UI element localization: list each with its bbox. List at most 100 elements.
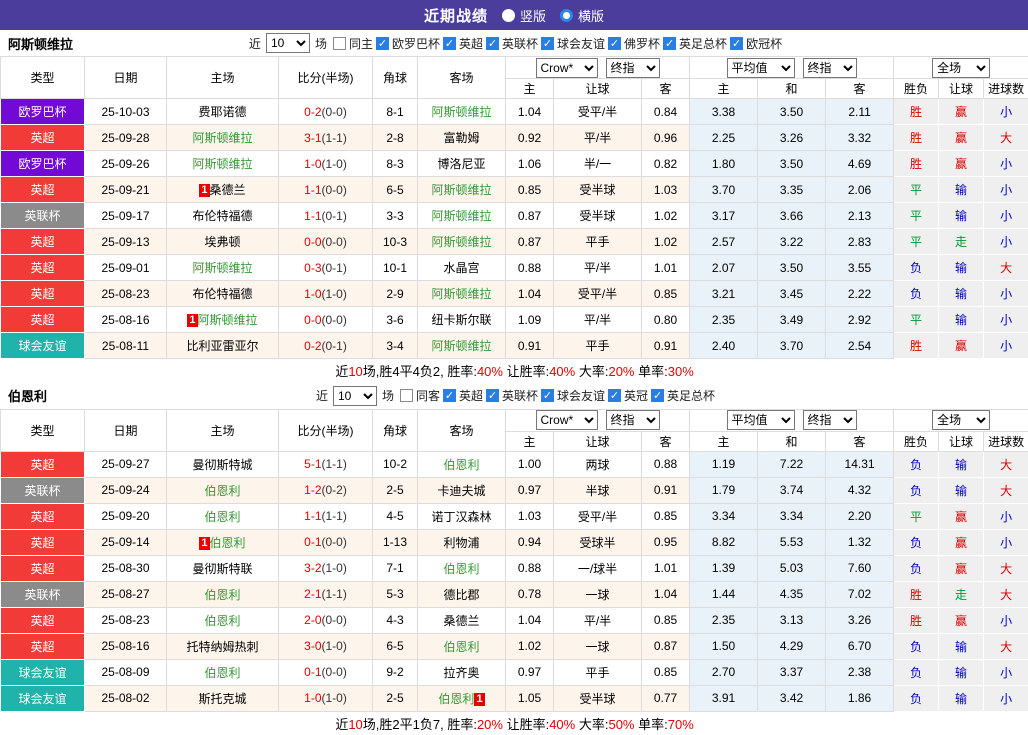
crow-ref-select[interactable]: 终指 [606,58,660,78]
crow-odds-value: 受平/半 [554,99,642,125]
result-cell: 赢 [939,99,984,125]
avg-ref-select[interactable]: 终指 [803,410,857,430]
fulltime-score: 1-0 [304,287,321,301]
away-team-cell: 阿斯顿维拉 [418,99,506,125]
column-header: 角球 [373,57,418,99]
result-cell: 平 [894,177,939,203]
match-type-badge: 英超 [1,307,85,333]
layout-horizontal-option[interactable]: 横版 [560,6,604,25]
league-filter-checkbox[interactable]: ✓ [541,389,554,402]
sub-column-header: 客 [826,431,894,451]
result-cell: 小 [984,307,1028,333]
summary-row: 近10场,胜2平1负7, 胜率:20% 让胜率:40% 大率:50% 单率:70… [1,711,1028,735]
away-team-name: 纽卡斯尔联 [431,313,491,327]
league-filter-checkbox[interactable]: ✓ [730,37,743,50]
result-cell: 负 [894,529,939,555]
avg-odds-value: 2.57 [690,229,758,255]
same-venue-checkbox[interactable] [400,389,413,402]
away-team-name: 水晶宫 [443,261,479,275]
league-filter-checkbox[interactable]: ✓ [486,389,499,402]
league-filter-checkbox[interactable]: ✓ [608,389,621,402]
match-row: 英联杯25-09-17布伦特福德1-1(0-1)3-3阿斯顿维拉0.87受半球1… [1,203,1028,229]
avg-ref-select[interactable]: 终指 [803,58,857,78]
fulltime-select[interactable]: 全场 [932,58,990,78]
away-team-cell: 水晶宫 [418,255,506,281]
same-venue-checkbox[interactable] [333,37,346,50]
avg-odds-value: 1.79 [690,477,758,503]
match-date: 25-09-01 [85,255,167,281]
layout-vertical-option[interactable]: 竖版 [502,6,546,25]
result-cell: 小 [984,607,1028,633]
halftime-score: (1-1) [322,131,347,145]
avg-odds-select[interactable]: 平均值 [727,58,795,78]
avg-odds-value: 2.92 [826,307,894,333]
result-cell: 负 [894,555,939,581]
result-cell: 平 [894,307,939,333]
crow-odds-value: 1.00 [506,451,554,477]
team-sections: 阿斯顿维拉近10场同主✓欧罗巴杯✓英超✓英联杯✓球会友谊✓佛罗杯✓英足总杯✓欧冠… [0,30,1028,735]
result-cell: 赢 [939,125,984,151]
avg-odds-value: 8.82 [690,529,758,555]
games-count-select[interactable]: 10 [266,33,310,53]
fulltime-score: 1-2 [304,483,321,497]
home-team-name: 阿斯顿维拉 [198,313,258,327]
league-filter-checkbox[interactable]: ✓ [663,37,676,50]
games-label: 场 [315,35,327,52]
games-count-select[interactable]: 10 [333,386,377,406]
result-cell: 输 [939,685,984,711]
crow-odds-select[interactable]: Crow* [536,410,598,430]
match-date: 25-08-11 [85,333,167,359]
crow-odds-value: 平/半 [554,255,642,281]
fulltime-select[interactable]: 全场 [932,410,990,430]
league-filter-checkbox[interactable]: ✓ [376,37,389,50]
league-filter-checkbox[interactable]: ✓ [651,389,664,402]
crow-odds-value: 平/半 [554,607,642,633]
league-filter-checkbox[interactable]: ✓ [541,37,554,50]
match-type-badge: 欧罗巴杯 [1,151,85,177]
result-cell: 负 [894,281,939,307]
near-label: 近 [316,387,328,404]
match-row: 英超25-08-23布伦特福德1-0(1-0)2-9阿斯顿维拉1.04受平/半0… [1,281,1028,307]
avg-odds-value: 3.34 [690,503,758,529]
result-cell: 小 [984,503,1028,529]
halftime-score: (1-0) [322,561,347,575]
away-team-cell: 诺丁汉森林 [418,503,506,529]
crow-odds-value: 半球 [554,477,642,503]
near-label: 近 [249,35,261,52]
avg-odds-value: 2.70 [690,659,758,685]
crow-odds-value: 0.88 [506,255,554,281]
home-team-name: 桑德兰 [210,183,246,197]
match-date: 25-08-23 [85,607,167,633]
match-row: 英超25-08-161阿斯顿维拉0-0(0-0)3-6纽卡斯尔联1.09平/半0… [1,307,1028,333]
column-header: 主场 [167,409,279,451]
crow-odds-value: 1.02 [642,203,690,229]
league-filter-checkbox[interactable]: ✓ [443,389,456,402]
league-filter-checkbox[interactable]: ✓ [486,37,499,50]
result-cell: 负 [894,659,939,685]
league-filter-checkbox[interactable]: ✓ [443,37,456,50]
avg-odds-select[interactable]: 平均值 [727,410,795,430]
away-team-cell: 卡迪夫城 [418,477,506,503]
league-filter-checkbox[interactable]: ✓ [608,37,621,50]
fulltime-score: 0-2 [304,105,321,119]
match-type-badge: 英联杯 [1,477,85,503]
result-cell: 赢 [939,529,984,555]
score-cell: 1-0(1-0) [279,151,373,177]
crow-odds-value: 1.06 [506,151,554,177]
crow-ref-select[interactable]: 终指 [606,410,660,430]
summary-rate: 20% [477,717,503,732]
match-date: 25-09-24 [85,477,167,503]
crow-odds-select[interactable]: Crow* [536,58,598,78]
fulltime-selects: 全场 [894,58,1028,78]
crow-odds-value: 平手 [554,659,642,685]
home-team-cell: 1伯恩利 [167,529,279,555]
radio-horizontal-icon[interactable] [560,9,573,22]
avg-odds-value: 1.39 [690,555,758,581]
summary-label: 单率: [635,717,668,732]
match-type-badge: 英超 [1,255,85,281]
crow-odds-value: 0.88 [642,451,690,477]
avg-odds-value: 2.22 [826,281,894,307]
radio-vertical-icon[interactable] [502,9,515,22]
result-cell: 小 [984,229,1028,255]
halftime-score: (0-2) [322,483,347,497]
